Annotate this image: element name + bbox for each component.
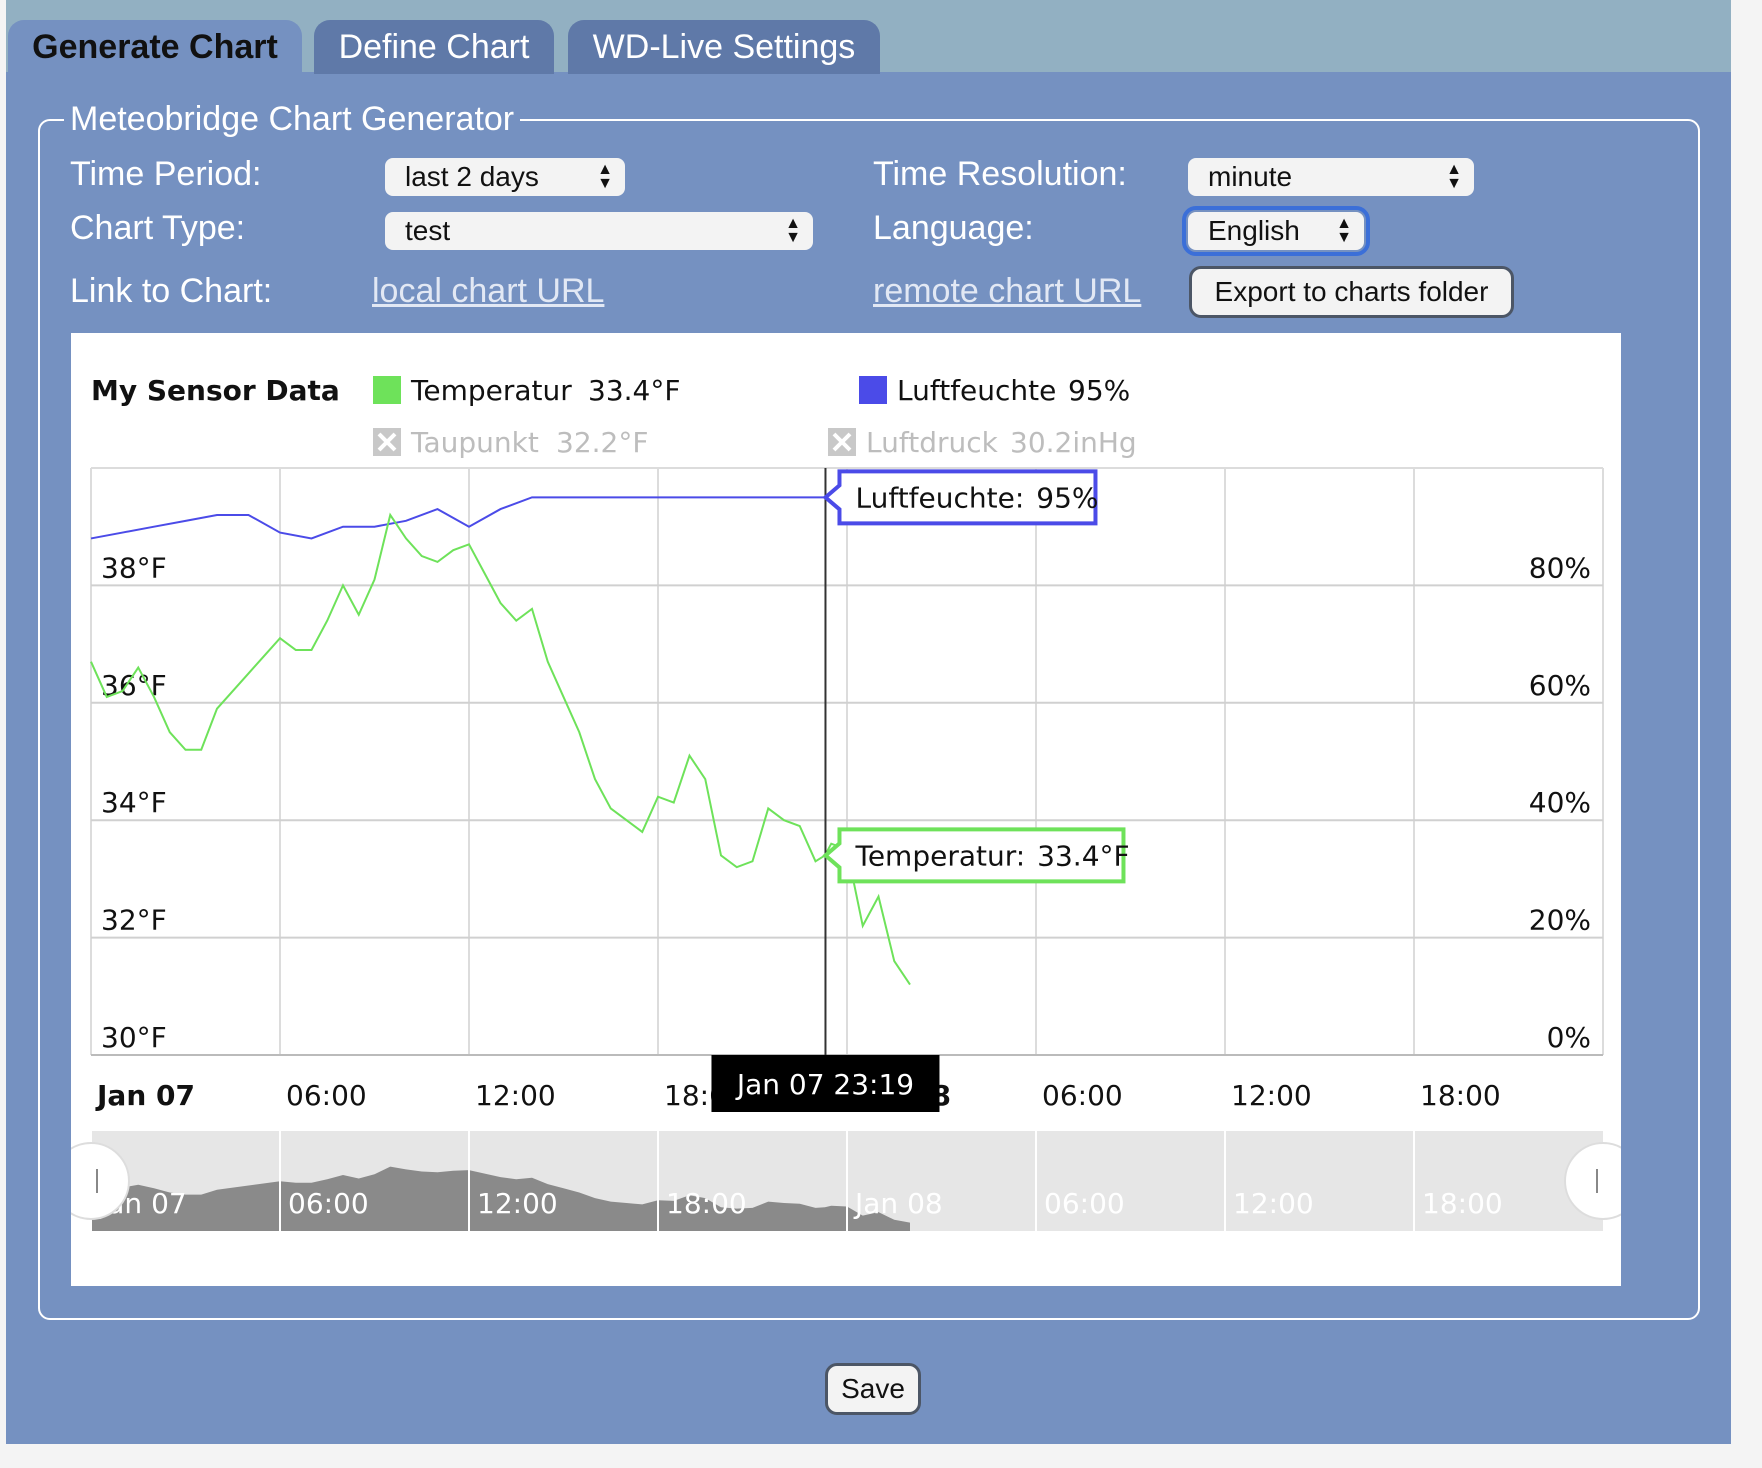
export-to-charts-folder-button[interactable]: Export to charts folder bbox=[1189, 266, 1514, 318]
time-resolution-select[interactable]: minute ▲ ▼ bbox=[1188, 158, 1474, 196]
legend-value-luftdruck: 30.2inHg bbox=[1010, 426, 1137, 459]
navigator-tick-label: Jan 08 bbox=[853, 1187, 943, 1220]
chart-type-select[interactable]: test ▲ ▼ bbox=[385, 212, 813, 250]
navigator-tick-label: 06:00 bbox=[1044, 1187, 1125, 1220]
navigator-tick-label: 06:00 bbox=[288, 1187, 369, 1220]
language-select[interactable]: English ▲ ▼ bbox=[1182, 206, 1370, 256]
chart-navigator[interactable]: Jan 07 06:00 12:00 18:00 Jan 08 06:00 12:00 18:… bbox=[71, 1131, 1621, 1231]
y-left-tick-label: 38°F bbox=[101, 551, 167, 584]
select-arrows-icon: ▲ ▼ bbox=[1446, 161, 1462, 192]
crosshair-x-label: Jan 07 23:19 bbox=[711, 1055, 940, 1112]
navigator-tick-label: 12:00 bbox=[1233, 1187, 1314, 1220]
legend-name-luftdruck: Luftdruck bbox=[866, 426, 999, 459]
remote-chart-url-link[interactable]: remote chart URL bbox=[873, 272, 1141, 311]
tooltip-luftfeuchte-value: 95% bbox=[1036, 481, 1098, 514]
legend-swatch-luftfeuchte bbox=[859, 376, 887, 404]
legend-item-temperatur[interactable]: Temperatur 33.4°F bbox=[373, 374, 680, 407]
language-label: Language: bbox=[873, 209, 1034, 247]
local-chart-url-link[interactable]: local chart URL bbox=[372, 272, 604, 311]
y-right-tick-label: 0% bbox=[1547, 1021, 1591, 1054]
time-period-value: last 2 days bbox=[405, 161, 539, 192]
page: Generate Chart Define Chart WD-Live Sett… bbox=[0, 0, 1762, 1468]
legend-name-temperatur: Temperatur bbox=[410, 374, 572, 407]
time-resolution-label: Time Resolution: bbox=[873, 155, 1127, 193]
x-tick-label: 18:00 bbox=[1420, 1079, 1501, 1112]
y-left-tick-label: 30°F bbox=[101, 1021, 167, 1054]
x-tick-label: Jan 07 bbox=[95, 1079, 195, 1112]
sensor-chart[interactable]: My Sensor Data Temperatur 33.4°F Luftfeu… bbox=[71, 333, 1621, 1286]
tab-wd-live-settings[interactable]: WD-Live Settings bbox=[568, 20, 880, 74]
legend-swatch-temperatur bbox=[373, 376, 401, 404]
y-left-tick-label: 34°F bbox=[101, 786, 167, 819]
y-right-tick-label: 80% bbox=[1529, 551, 1591, 584]
link-to-chart-label: Link to Chart: bbox=[70, 272, 273, 310]
chart-title: My Sensor Data bbox=[91, 374, 340, 407]
y-left-tick-label: 32°F bbox=[101, 904, 167, 937]
chart-area: My Sensor Data Temperatur 33.4°F Luftfeu… bbox=[71, 333, 1621, 1286]
save-button[interactable]: Save bbox=[825, 1363, 921, 1415]
tooltip-temperatur-label: Temperatur: bbox=[854, 839, 1025, 872]
x-tick-label: 12:00 bbox=[475, 1079, 556, 1112]
legend-value-taupunkt: 32.2°F bbox=[556, 426, 648, 459]
chart-type-value: test bbox=[405, 215, 451, 246]
y-right-tick-label: 40% bbox=[1529, 786, 1591, 819]
tooltip-temperatur-value: 33.4°F bbox=[1037, 839, 1129, 872]
navigator-tick-label: 12:00 bbox=[477, 1187, 558, 1220]
select-arrows-icon: ▲ ▼ bbox=[597, 161, 613, 192]
legend-value-luftfeuchte: 95% bbox=[1068, 374, 1130, 407]
language-value: English bbox=[1208, 215, 1300, 246]
select-arrows-icon: ▲ ▼ bbox=[1336, 215, 1352, 246]
time-period-select[interactable]: last 2 days ▲ ▼ bbox=[385, 158, 625, 196]
legend-item-luftfeuchte[interactable]: Luftfeuchte 95% bbox=[859, 374, 1130, 407]
chart-type-label: Chart Type: bbox=[70, 209, 246, 247]
legend-value-temperatur: 33.4°F bbox=[588, 374, 680, 407]
tooltip-luftfeuchte: Luftfeuchte: 95% bbox=[822, 469, 1099, 526]
legend-name-luftfeuchte: Luftfeuchte bbox=[897, 374, 1056, 407]
legend-item-luftdruck[interactable]: Luftdruck 30.2inHg bbox=[828, 426, 1137, 459]
navigator-tick-label: 18:00 bbox=[666, 1187, 747, 1220]
chart-series bbox=[90, 496, 911, 986]
legend-item-taupunkt[interactable]: Taupunkt 32.2°F bbox=[373, 426, 648, 459]
x-tick-label: 12:00 bbox=[1231, 1079, 1312, 1112]
time-resolution-value: minute bbox=[1208, 161, 1293, 192]
tooltip-luftfeuchte-label: Luftfeuchte: bbox=[855, 481, 1024, 514]
legend-name-taupunkt: Taupunkt bbox=[410, 426, 539, 459]
y-right-tick-label: 20% bbox=[1529, 904, 1591, 937]
x-tick-label: 06:00 bbox=[1042, 1079, 1123, 1112]
series-line-luftfeuchte bbox=[90, 496, 825, 540]
tooltip-temperatur: Temperatur: 33.4°F bbox=[822, 827, 1130, 884]
tab-define-chart[interactable]: Define Chart bbox=[314, 20, 554, 74]
time-period-label: Time Period: bbox=[70, 155, 262, 193]
navigator-tick-label: 18:00 bbox=[1422, 1187, 1503, 1220]
tab-generate-chart[interactable]: Generate Chart bbox=[8, 20, 302, 74]
y-right-tick-label: 60% bbox=[1529, 669, 1591, 702]
crosshair-label-text: Jan 07 23:19 bbox=[735, 1068, 914, 1101]
chart-generator-legend: Meteobridge Chart Generator bbox=[70, 100, 515, 138]
select-arrows-icon: ▲ ▼ bbox=[785, 215, 801, 246]
x-tick-label: 06:00 bbox=[286, 1079, 367, 1112]
chart-grid bbox=[90, 467, 1604, 1056]
